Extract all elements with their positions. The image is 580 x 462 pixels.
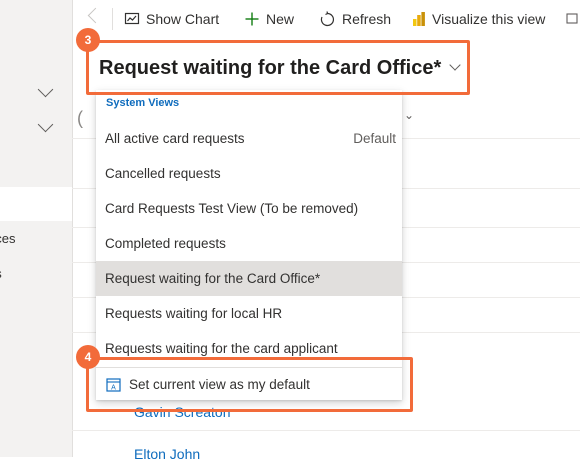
view-option-local-hr[interactable]: Requests waiting for local HR <box>96 296 402 331</box>
sidebar-item-preferences[interactable]: nces <box>0 222 72 256</box>
visualize-button[interactable]: Visualize this view <box>412 0 545 38</box>
view-dropdown-menu: System Views All active card requests De… <box>96 90 402 400</box>
menu-section-header: System Views <box>106 97 180 109</box>
view-option-all-active[interactable]: All active card requests Default <box>96 121 402 156</box>
view-option-completed[interactable]: Completed requests <box>96 226 402 261</box>
power-bi-icon <box>412 11 426 27</box>
sidebar-item-requests[interactable]: s <box>0 187 72 221</box>
command-bar: Show Chart New Refresh Visualize this vi… <box>72 0 580 38</box>
chart-icon <box>124 11 140 27</box>
default-badge: Default <box>353 131 396 146</box>
view-option-label: Request waiting for the Card Office* <box>105 271 321 286</box>
view-option-label: All active card requests <box>105 131 245 146</box>
plus-icon <box>244 11 260 27</box>
show-chart-button[interactable]: Show Chart <box>124 0 219 38</box>
view-option-test-view[interactable]: Card Requests Test View (To be removed) <box>96 191 402 226</box>
select-all-circle-icon[interactable]: ( <box>77 108 83 129</box>
chevron-down-icon[interactable] <box>37 116 54 133</box>
refresh-label: Refresh <box>342 11 392 27</box>
refresh-icon <box>319 10 336 28</box>
new-label: New <box>266 11 295 27</box>
callout-badge-step-3: 3 <box>76 28 100 52</box>
view-option-cancelled[interactable]: Cancelled requests <box>96 156 402 191</box>
show-chart-label: Show Chart <box>146 11 220 27</box>
callout-box-step-4 <box>86 357 413 412</box>
back-arrow-icon[interactable] <box>87 7 104 24</box>
refresh-button[interactable]: Refresh <box>319 0 391 38</box>
view-option-label: Card Requests Test View (To be removed) <box>105 201 359 216</box>
view-option-label: Requests waiting for local HR <box>105 306 283 321</box>
callout-badge-step-4: 4 <box>76 345 100 369</box>
sidebar-item-sites[interactable]: es <box>0 257 72 291</box>
left-sidebar: s nces es <box>0 0 73 457</box>
view-option-card-office[interactable]: Request waiting for the Card Office* <box>96 261 402 296</box>
view-option-label: Cancelled requests <box>105 166 221 181</box>
table-row[interactable]: Elton John <box>134 446 200 462</box>
toolbar-divider <box>112 8 113 30</box>
chevron-down-icon[interactable] <box>37 81 54 98</box>
view-option-label: Completed requests <box>105 236 226 251</box>
callout-box-step-3 <box>86 40 470 95</box>
overflow-icon[interactable] <box>566 0 580 38</box>
view-option-label: Requests waiting for the card applicant <box>105 341 338 356</box>
new-button[interactable]: New <box>244 0 294 38</box>
grid-row-divider <box>72 430 580 431</box>
column-chevron-icon[interactable]: ⌄ <box>404 108 414 122</box>
visualize-label: Visualize this view <box>432 11 546 27</box>
